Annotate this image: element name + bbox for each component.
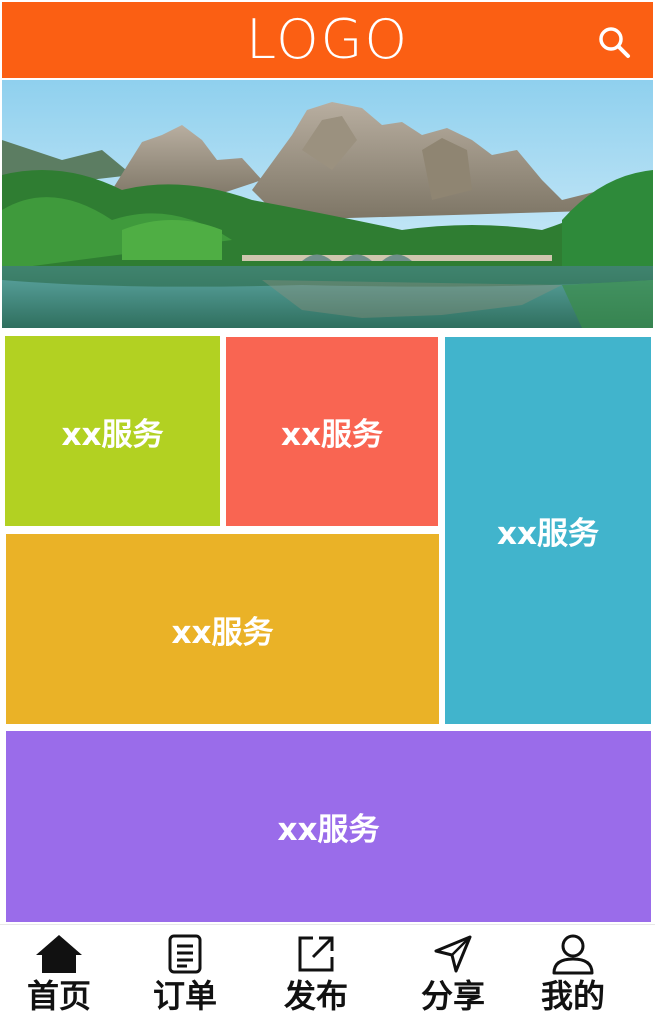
service-tile-label: xx服务: [497, 516, 599, 552]
nav-label-mine: 我的: [540, 977, 605, 1015]
logo: LOGO: [245, 8, 409, 71]
app-header: LOGO: [2, 2, 653, 78]
nav-label-share: 分享: [420, 977, 485, 1015]
service-tile-label: xx服务: [277, 812, 380, 848]
service-tile-4[interactable]: xx服务: [6, 534, 439, 724]
send-icon: [434, 935, 472, 973]
bottom-nav: 首页 订单 发布 分享 我的: [0, 924, 655, 1025]
nav-item-publish[interactable]: 发布: [261, 925, 371, 1025]
home-icon: [36, 935, 82, 973]
landscape-photo: [2, 80, 653, 328]
service-tile-3[interactable]: xx服务: [445, 337, 651, 724]
service-tile-label: xx服务: [171, 614, 274, 651]
search-button[interactable]: [596, 24, 632, 60]
nav-label-orders: 订单: [152, 977, 217, 1015]
service-tile-label: xx服务: [281, 417, 383, 453]
banner-image[interactable]: [2, 80, 653, 328]
search-icon: [599, 27, 630, 58]
document-icon: [168, 934, 202, 974]
nav-item-orders[interactable]: 订单: [130, 925, 240, 1025]
nav-item-home[interactable]: 首页: [4, 925, 114, 1025]
share-external-icon: [298, 936, 334, 972]
nav-item-share[interactable]: 分享: [398, 925, 508, 1025]
service-tile-1[interactable]: xx服务: [5, 336, 220, 526]
service-tile-5[interactable]: xx服务: [6, 731, 651, 922]
nav-label-home: 首页: [26, 977, 91, 1015]
user-icon: [552, 934, 594, 975]
service-tile-label: xx服务: [61, 416, 164, 453]
nav-item-mine[interactable]: 我的: [518, 925, 628, 1025]
service-tile-2[interactable]: xx服务: [226, 337, 438, 526]
nav-label-publish: 发布: [283, 977, 348, 1015]
